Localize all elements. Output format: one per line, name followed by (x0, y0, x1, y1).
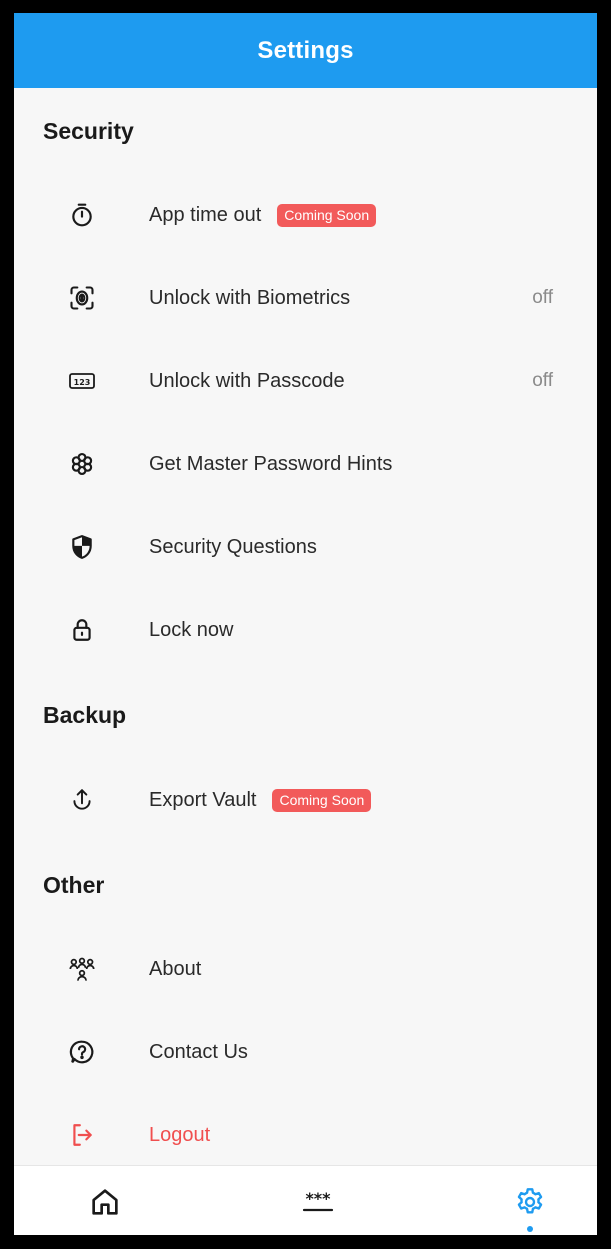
hints-icon (68, 450, 96, 478)
settings-item-master-password-hints[interactable]: Get Master Password Hints (14, 436, 597, 492)
settings-item-unlock-biometrics[interactable]: Unlock with Biometrics off (14, 270, 597, 326)
nav-settings[interactable] (510, 1184, 550, 1224)
people-icon (68, 955, 96, 983)
settings-item-label: Lock now (149, 618, 234, 641)
settings-item-export-vault[interactable]: Export Vault Coming Soon (14, 772, 597, 828)
settings-item-label: Export Vault (149, 788, 257, 811)
section-title-other: Other (43, 872, 105, 898)
settings-screen: Settings Security App time out Coming So… (14, 13, 597, 1235)
help-icon (68, 1038, 96, 1066)
settings-item-label: Contact Us (149, 1040, 248, 1063)
settings-item-label: Security Questions (149, 535, 317, 558)
shield-icon (68, 533, 96, 561)
stopwatch-icon (68, 201, 96, 229)
settings-item-label: App time out (149, 203, 262, 226)
settings-item-security-questions[interactable]: Security Questions (14, 519, 597, 575)
section-title-security: Security (43, 118, 134, 144)
svg-text:123: 123 (74, 378, 91, 387)
section-title-backup: Backup (43, 702, 127, 728)
nav-passwords[interactable]: *** (298, 1184, 338, 1224)
biometrics-status: off (532, 287, 553, 308)
settings-item-lock-now[interactable]: Lock now (14, 602, 597, 658)
passcode-icon: 123 (68, 367, 96, 395)
nav-home[interactable] (85, 1184, 125, 1224)
coming-soon-badge: Coming Soon (277, 203, 377, 227)
settings-item-label: About (149, 957, 202, 980)
app-header: Settings (14, 13, 597, 88)
logout-icon (68, 1121, 96, 1149)
gear-icon (514, 1186, 546, 1223)
passcode-status: off (532, 370, 553, 391)
settings-item-unlock-passcode[interactable]: 123 Unlock with Passcode off (14, 353, 597, 409)
settings-item-label: Unlock with Biometrics (149, 286, 351, 309)
fingerprint-icon (68, 284, 96, 312)
settings-item-app-time-out[interactable]: App time out Coming Soon (14, 187, 597, 243)
upload-icon (68, 786, 96, 814)
settings-item-label: Unlock with Passcode (149, 369, 345, 392)
page-title: Settings (257, 36, 354, 64)
settings-item-about[interactable]: About (14, 941, 597, 997)
bottom-navigation: *** (14, 1165, 597, 1235)
logout-label: Logout (149, 1123, 211, 1146)
active-tab-indicator (527, 1226, 533, 1232)
svg-text:***: *** (305, 1189, 331, 1208)
password-icon: *** (301, 1187, 335, 1222)
logout-button[interactable]: Logout (14, 1107, 597, 1163)
settings-item-contact-us[interactable]: Contact Us (14, 1024, 597, 1080)
settings-item-label: Get Master Password Hints (149, 452, 393, 475)
coming-soon-badge: Coming Soon (272, 788, 372, 812)
lock-icon (68, 616, 96, 644)
home-icon (89, 1186, 121, 1223)
